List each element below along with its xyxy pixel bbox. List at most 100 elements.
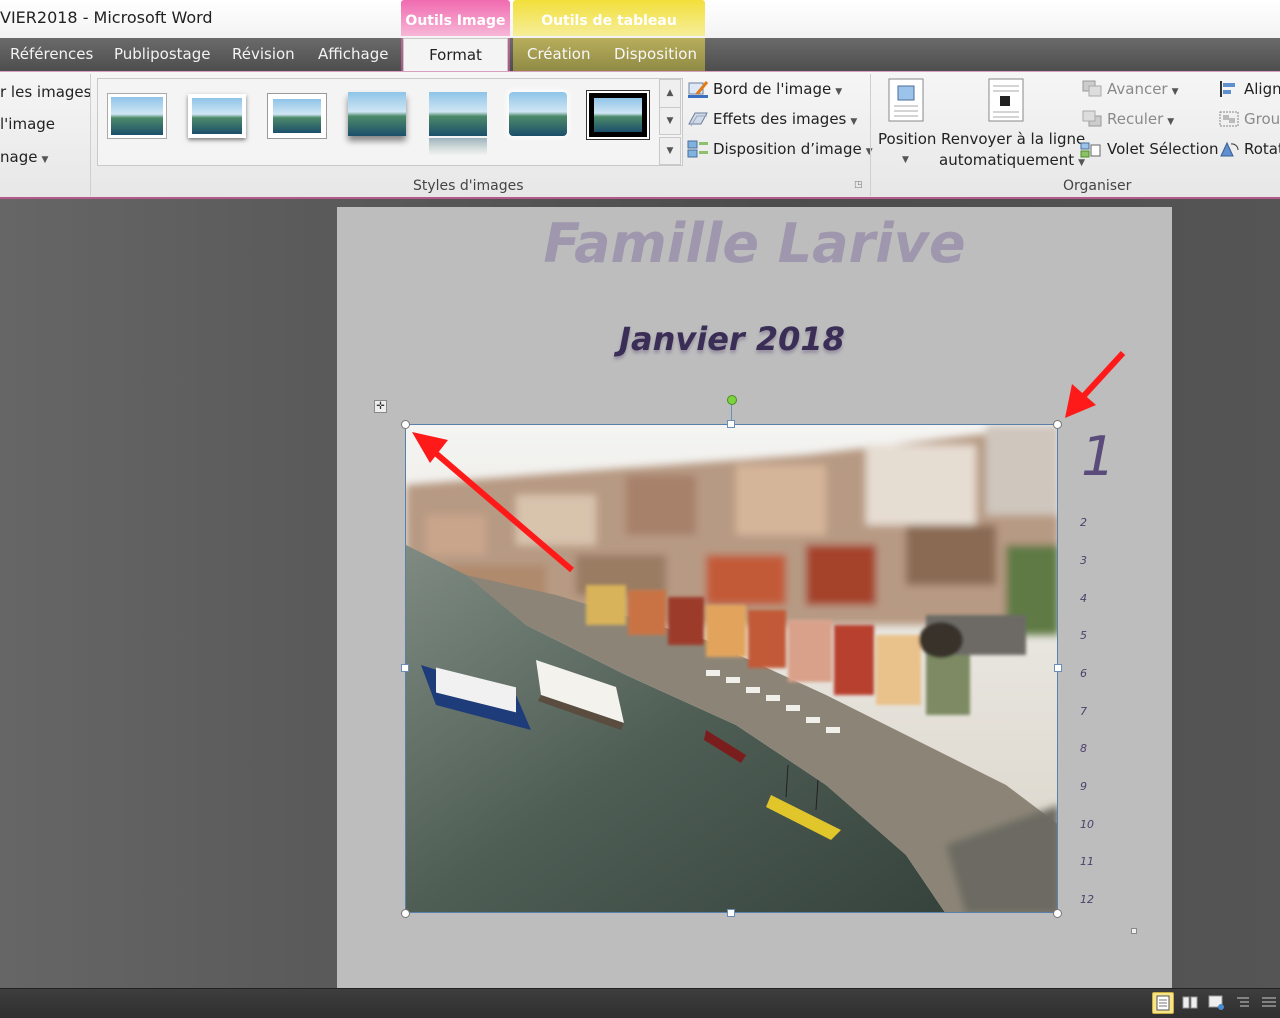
tab-references[interactable]: Références: [10, 45, 93, 63]
calendar-day[interactable]: 6: [1080, 667, 1087, 680]
gallery-scroll-down-button[interactable]: ▼: [659, 107, 681, 135]
group-icon: [1219, 111, 1239, 127]
move-anchor-icon[interactable]: ✛: [374, 400, 387, 413]
rotate-handle[interactable]: [727, 395, 737, 405]
chevron-down-icon: ▼: [835, 87, 843, 97]
picture-style-reflected[interactable]: [429, 92, 487, 136]
bring-forward-icon: [1082, 80, 1102, 97]
group-button[interactable]: Grou: [1244, 110, 1280, 128]
tab-format[interactable]: Format: [403, 38, 508, 73]
tab-design[interactable]: Création: [527, 45, 590, 63]
tab-review[interactable]: Révision: [232, 45, 295, 63]
document-subtitle[interactable]: Janvier 2018: [337, 320, 1127, 358]
table-resize-handle[interactable]: [1131, 928, 1137, 934]
adjust-item-3[interactable]: nage ▼: [0, 148, 48, 166]
resize-handle-bottom[interactable]: [727, 909, 735, 917]
outline-icon: [1237, 997, 1249, 1007]
wrap-text-line1[interactable]: Renvoyer à la ligne: [941, 130, 1085, 148]
position-button[interactable]: Position: [878, 130, 936, 148]
picture-style-thick-frame[interactable]: [268, 94, 326, 138]
picture-layout-icon: [687, 140, 708, 158]
tab-view[interactable]: Affichage: [318, 45, 388, 63]
adjust-item-1[interactable]: r les images: [0, 83, 91, 101]
chevron-down-icon: ▼: [1171, 87, 1179, 97]
calendar-day[interactable]: 9: [1080, 780, 1087, 793]
bring-forward-label: Avancer: [1107, 80, 1168, 98]
send-backward-button[interactable]: Reculer ▼: [1107, 110, 1174, 128]
picture-effects-button[interactable]: Effets des images ▼: [713, 110, 857, 128]
calendar-day[interactable]: 4: [1080, 592, 1087, 605]
group-label-arrange: Organiser: [1063, 178, 1132, 194]
selection-pane-icon: [1080, 142, 1101, 158]
calendar-day[interactable]: 8: [1080, 742, 1087, 755]
calendar-day[interactable]: 10: [1080, 818, 1094, 831]
picture-border-icon: [688, 81, 709, 98]
reading-view-icon: [1182, 996, 1198, 1009]
draft-view-button[interactable]: [1259, 992, 1280, 1014]
resize-handle-right[interactable]: [1054, 664, 1062, 672]
picture-style-shadow-frame[interactable]: [188, 94, 246, 138]
picture-border-label: Bord de l'image: [713, 80, 832, 98]
tab-layout[interactable]: Disposition: [614, 45, 697, 63]
send-backward-label: Reculer: [1107, 110, 1164, 128]
print-layout-view-button[interactable]: [1152, 992, 1174, 1014]
picture-layout-label: Disposition d’image: [713, 140, 862, 158]
context-group-table-tools: Outils de tableau: [513, 0, 705, 36]
bring-forward-button[interactable]: Avancer ▼: [1107, 80, 1179, 98]
resize-handle-left[interactable]: [401, 664, 409, 672]
adjust-item-2[interactable]: l'image: [0, 115, 55, 133]
gallery-more-button[interactable]: ▼: [659, 137, 681, 165]
resize-handle-top-left[interactable]: [401, 420, 410, 429]
chevron-down-icon: ▼: [1078, 158, 1086, 168]
rotate-button[interactable]: Rotat: [1244, 140, 1280, 158]
picture-effects-icon: [688, 112, 708, 127]
full-screen-reading-view-button[interactable]: [1180, 992, 1202, 1014]
chevron-down-icon: ▼: [850, 117, 858, 127]
gallery-scroll-up-button[interactable]: ▲: [659, 79, 681, 107]
picture-border-button[interactable]: Bord de l'image ▼: [713, 80, 842, 98]
wrap-text-line2: automatiquement: [939, 151, 1075, 169]
web-layout-icon: [1208, 995, 1224, 1010]
resize-handle-bottom-right[interactable]: [1053, 909, 1062, 918]
chevron-down-icon: ▼: [41, 155, 49, 165]
window-title: VIER2018 - Microsoft Word: [0, 8, 213, 27]
resize-handle-bottom-left[interactable]: [401, 909, 410, 918]
web-layout-view-button[interactable]: [1206, 992, 1228, 1014]
position-icon: [888, 78, 924, 122]
group-label-picture-styles: Styles d'images: [413, 178, 524, 194]
chevron-down-icon: ▼: [902, 155, 909, 165]
dialog-launcher-icon[interactable]: ◳: [854, 180, 863, 190]
picture-style-black-frame[interactable]: [589, 93, 647, 137]
calendar-day[interactable]: 5: [1080, 629, 1087, 642]
calendar-day-1[interactable]: 1: [1081, 425, 1115, 488]
picture-layout-button[interactable]: Disposition d’image▼: [713, 140, 873, 158]
chevron-down-icon: ▼: [1167, 117, 1175, 127]
rotate-icon: [1220, 141, 1239, 157]
calendar-day[interactable]: 3: [1080, 554, 1087, 567]
resize-handle-top[interactable]: [727, 420, 735, 428]
selected-picture[interactable]: [405, 424, 1058, 913]
picture-effects-label: Effets des images: [713, 110, 847, 128]
align-button[interactable]: Align: [1244, 80, 1280, 98]
outline-view-button[interactable]: [1233, 992, 1255, 1014]
calendar-day[interactable]: 2: [1080, 516, 1087, 529]
adjust-item-3-label: nage: [0, 148, 38, 166]
calendar-day[interactable]: 7: [1080, 705, 1087, 718]
more-icon: ▼: [666, 146, 674, 156]
document-title[interactable]: Famille Larive: [337, 212, 1172, 275]
draft-icon: [1262, 997, 1276, 1007]
selection-pane-button[interactable]: Volet Sélection: [1107, 140, 1218, 158]
resize-handle-top-right[interactable]: [1053, 420, 1062, 429]
picture-style-soft-edge[interactable]: [509, 92, 567, 136]
chevron-down-icon: ▼: [666, 116, 674, 126]
picture-style-simple-frame[interactable]: [108, 94, 166, 138]
porto-riverside-photo: [406, 425, 1057, 912]
print-layout-icon: [1156, 995, 1170, 1011]
calendar-day[interactable]: 12: [1080, 893, 1094, 906]
picture-style-drop-shadow[interactable]: [348, 92, 406, 136]
tab-mailings[interactable]: Publipostage: [114, 45, 210, 63]
calendar-day[interactable]: 11: [1080, 855, 1094, 868]
align-icon: [1220, 81, 1235, 97]
wrap-text-button[interactable]: automatiquement ▼: [939, 151, 1085, 169]
chevron-up-icon: ▲: [666, 88, 674, 98]
